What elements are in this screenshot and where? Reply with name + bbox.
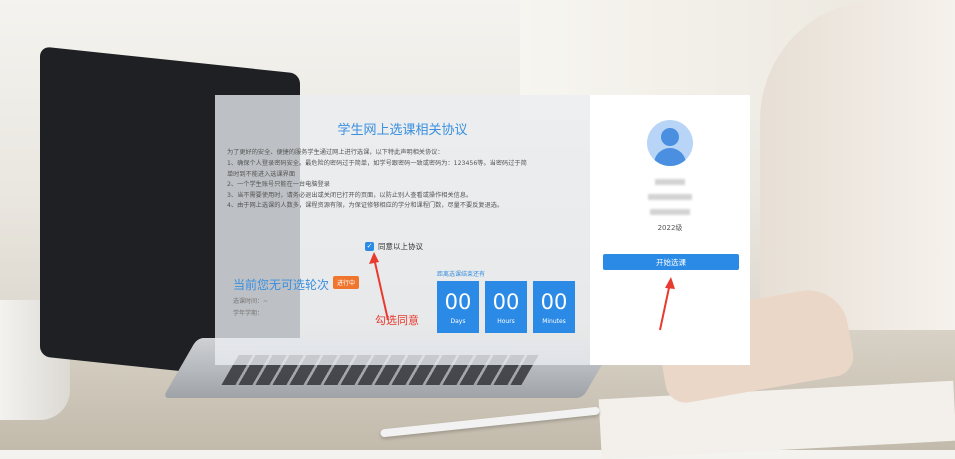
agreement-title: 学生网上选课相关协议 (337, 123, 468, 138)
countdown-days: 00 Days (437, 281, 479, 333)
selection-time: 选课时间：~ (233, 298, 269, 305)
countdown-hours: 00 Hours (485, 281, 527, 333)
countdown-label: 距离选课结束还有 (437, 271, 486, 278)
agreement-intro: 为了更好的安全、便捷的服务学生通过网上进行选课，以下特此声明相关协议： (227, 149, 444, 156)
countdown-minutes-label: Minutes (542, 318, 566, 325)
avatar-head (661, 128, 679, 146)
agreement-panel: 学生网上选课相关协议 为了更好的安全、便捷的服务学生通过网上进行选课，以下特此声… (215, 95, 590, 365)
annotation-arrow-checkbox (369, 252, 389, 321)
user-avatar-icon (647, 120, 693, 166)
countdown-hours-value: 00 (492, 290, 520, 314)
countdown-days-value: 00 (444, 290, 472, 314)
redacted-student-name (655, 179, 685, 185)
agreement-rules: 1、确保个人登录密码安全。最危险的密码过于简单，如学号跟密码一致或密码为：123… (227, 159, 582, 212)
redacted-student-id (648, 194, 692, 200)
student-grade: 2022级 (657, 224, 683, 232)
countdown-hours-label: Hours (497, 318, 515, 325)
countdown-minutes-value: 00 (540, 290, 568, 314)
status-badge: 进行中 (333, 276, 360, 289)
agreement-rule: 4、由于网上选课的人数多，课程资源有限，为保证修够相应的学分和课程门数，尽量不要… (227, 202, 504, 209)
redacted-student-major (650, 209, 690, 215)
avatar-body (654, 148, 686, 166)
countdown-days-label: Days (450, 318, 466, 325)
annotation-arrow-button (659, 277, 675, 331)
agreement-rule: 2、一个学生账号只能在一台电脑登录 (227, 181, 330, 188)
agreement-rule: 单时到不能进入选课界面 (227, 170, 296, 178)
start-selection-button[interactable]: 开始选课 (603, 254, 739, 270)
agreement-rule: 3、当不需要使用时，请务必退出或关闭已打开的页面，以防止别人查看或操作相关信息。 (227, 191, 473, 199)
countdown: 00 Days 00 Hours 00 Minutes (437, 281, 575, 333)
academic-term: 学年学期： (233, 310, 264, 317)
round-status: 当前您无可选轮次 (233, 278, 330, 292)
countdown-minutes: 00 Minutes (533, 281, 575, 333)
agreement-rule: 1、确保个人登录密码安全。最危险的密码过于简单，如学号跟密码一致或密码为：123… (227, 160, 527, 167)
